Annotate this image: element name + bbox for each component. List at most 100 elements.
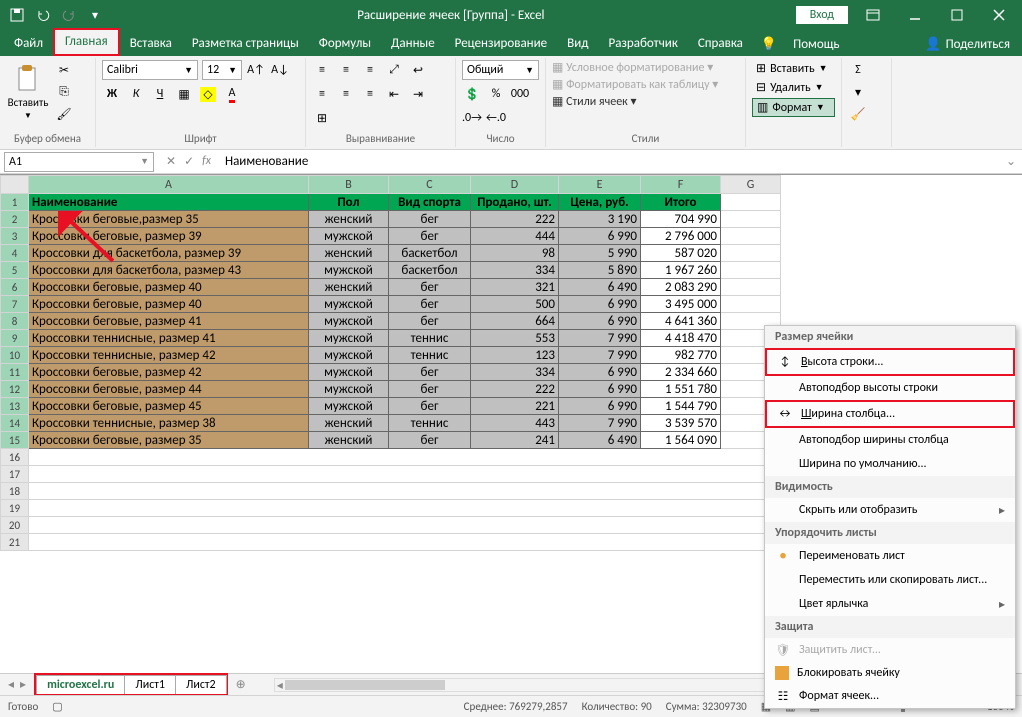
copy-icon[interactable]: ⎘	[54, 82, 74, 102]
tab-formulas[interactable]: Формулы	[309, 32, 381, 56]
row-height-item[interactable]: ↕ВВысота строки...ысота строки...	[765, 348, 1015, 376]
font-color-icon[interactable]: A	[222, 84, 242, 104]
fill-color-icon[interactable]: ◇	[198, 84, 218, 104]
bold-icon[interactable]: Ж	[102, 84, 122, 104]
autofit-col-item[interactable]: Автоподбор ширины столбца	[765, 428, 1015, 452]
ribbon: Вставить▼ ✂ ⎘ 🖌 Буфер обмена Calibri▼ 12…	[0, 56, 1022, 150]
insert-button[interactable]: ⊞Вставить▼	[752, 60, 835, 77]
help-link[interactable]: Помощь	[785, 33, 847, 56]
formula-bar: A1▼ ✕ ✓ fx Наименование ⌄	[0, 150, 1022, 174]
ribbon-mode-icon[interactable]	[856, 1, 890, 29]
tab-developer[interactable]: Разработчик	[598, 32, 687, 56]
merge-icon[interactable]: ⊞	[312, 108, 332, 128]
status-sum: Сумма: 32309730	[666, 700, 747, 713]
align-top-icon[interactable]: ≡	[312, 60, 332, 80]
fill-icon[interactable]: ▾	[848, 82, 868, 102]
cancel-formula-icon[interactable]: ✕	[166, 154, 176, 169]
worksheet-grid[interactable]: ABCDEFG1НаименованиеПолВид спортаПродано…	[0, 174, 1022, 674]
add-sheet-icon[interactable]: ⊕	[228, 677, 254, 692]
align-left-icon[interactable]: ≡	[312, 84, 332, 104]
undo-icon[interactable]	[32, 4, 54, 26]
cond-format-button[interactable]: ▦ Условное форматирование ▾	[552, 60, 713, 75]
autofit-row-item[interactable]: Автоподбор высоты строки	[765, 376, 1015, 400]
fx-icon[interactable]: fx	[202, 154, 211, 169]
tab-view[interactable]: Вид	[557, 32, 598, 56]
save-icon[interactable]	[6, 4, 28, 26]
rename-sheet-item[interactable]: ●Переименовать лист	[765, 544, 1015, 568]
sheet-tab-1[interactable]: microexcel.ru	[36, 675, 125, 694]
orientation-icon[interactable]: ⤢	[384, 60, 404, 80]
hide-show-item[interactable]: Скрыть или отобразить▸	[765, 498, 1015, 522]
enter-formula-icon[interactable]: ✓	[184, 154, 194, 169]
cut-icon[interactable]: ✂	[54, 60, 74, 80]
align-middle-icon[interactable]: ≡	[336, 60, 356, 80]
group-font-label: Шрифт	[102, 132, 299, 145]
sheet-tab-3[interactable]: Лист2	[175, 675, 227, 694]
default-width-item[interactable]: Ширина по умолчанию...	[765, 452, 1015, 476]
share-button[interactable]: 👤Поделиться	[917, 33, 1018, 56]
format-button[interactable]: ▥Формат▼	[752, 98, 835, 117]
column-width-item[interactable]: ↔ШШирина столбца...ирина столбца...	[765, 400, 1015, 428]
status-average: Среднее: 769279,2857	[464, 700, 568, 713]
font-size-combo[interactable]: 12▼	[202, 60, 242, 80]
underline-icon[interactable]: Ч	[150, 84, 170, 104]
maximize-icon[interactable]	[940, 1, 974, 29]
format-cells-item[interactable]: ☷Формат ячеек...	[765, 684, 1015, 708]
cell-styles-button[interactable]: ▦ Стили ячеек ▾	[552, 94, 637, 109]
tell-me-icon[interactable]: 💡	[753, 33, 785, 56]
decrease-font-icon[interactable]: A↓	[270, 60, 290, 80]
redo-icon[interactable]	[58, 4, 80, 26]
paste-button[interactable]: Вставить▼	[6, 64, 50, 121]
expand-formula-icon[interactable]: ⌄	[1000, 154, 1022, 169]
tab-review[interactable]: Рецензирование	[445, 32, 557, 56]
format-table-button[interactable]: ▦ Форматировать как таблицу ▾	[552, 77, 718, 92]
section-visibility: Видимость	[765, 476, 1015, 498]
formula-input[interactable]: Наименование	[219, 154, 1000, 169]
window-title: Расширение ячеек [Группа] - Excel	[106, 8, 796, 23]
protect-sheet-item[interactable]: 🛡Защитить лист...	[765, 638, 1015, 662]
minimize-icon[interactable]	[898, 1, 932, 29]
currency-icon[interactable]: 💲	[462, 84, 482, 104]
ribbon-tabs: Файл Главная Вставка Разметка страницы Ф…	[0, 30, 1022, 56]
number-format-combo[interactable]: Общий▼	[462, 60, 539, 80]
name-box[interactable]: A1▼	[4, 152, 154, 172]
login-button[interactable]: Вход	[796, 6, 848, 24]
lock-cell-item[interactable]: Блокировать ячейку	[765, 662, 1015, 684]
percent-icon[interactable]: %	[486, 84, 506, 104]
titlebar: ▾ Расширение ячеек [Группа] - Excel Вход	[0, 0, 1022, 30]
macro-record-icon[interactable]: ▢	[52, 700, 62, 713]
tab-color-item[interactable]: Цвет ярлычка▸	[765, 592, 1015, 616]
format-dropdown: Размер ячейки ↕ВВысота строки...ысота ст…	[764, 325, 1016, 709]
tab-page-layout[interactable]: Разметка страницы	[182, 32, 309, 56]
align-bottom-icon[interactable]: ≡	[360, 60, 380, 80]
tab-insert[interactable]: Вставка	[120, 32, 182, 56]
clear-icon[interactable]: 🧹	[848, 104, 868, 124]
comma-icon[interactable]: 000	[510, 84, 530, 104]
autosum-icon[interactable]: Σ	[848, 60, 868, 80]
sheet-nav-prev-icon[interactable]: ◂	[8, 677, 14, 692]
increase-decimal-icon[interactable]: .0→	[462, 108, 482, 128]
borders-icon[interactable]: ▦	[174, 84, 194, 104]
decrease-indent-icon[interactable]: ⇤	[384, 84, 404, 104]
align-right-icon[interactable]: ≡	[360, 84, 380, 104]
delete-button[interactable]: ⊟Удалить▼	[752, 79, 835, 96]
group-styles-label: Стили	[552, 132, 739, 145]
close-icon[interactable]	[982, 1, 1016, 29]
qat-more-icon[interactable]: ▾	[84, 4, 106, 26]
format-painter-icon[interactable]: 🖌	[54, 104, 74, 124]
increase-font-icon[interactable]: A↑	[246, 60, 266, 80]
group-align-label: Выравнивание	[312, 132, 449, 145]
decrease-decimal-icon[interactable]: ←.0	[486, 108, 506, 128]
tab-data[interactable]: Данные	[381, 32, 445, 56]
increase-indent-icon[interactable]: ⇥	[408, 84, 428, 104]
tab-file[interactable]: Файл	[4, 32, 53, 56]
wrap-text-icon[interactable]: ↩	[408, 60, 428, 80]
move-sheet-item[interactable]: Переместить или скопировать лист...	[765, 568, 1015, 592]
tab-home[interactable]: Главная	[53, 28, 120, 56]
align-center-icon[interactable]: ≡	[336, 84, 356, 104]
sheet-nav-next-icon[interactable]: ▸	[20, 677, 26, 692]
tab-help[interactable]: Справка	[688, 32, 753, 56]
italic-icon[interactable]: К	[126, 84, 146, 104]
font-name-combo[interactable]: Calibri▼	[102, 60, 198, 80]
sheet-tab-2[interactable]: Лист1	[124, 675, 176, 694]
